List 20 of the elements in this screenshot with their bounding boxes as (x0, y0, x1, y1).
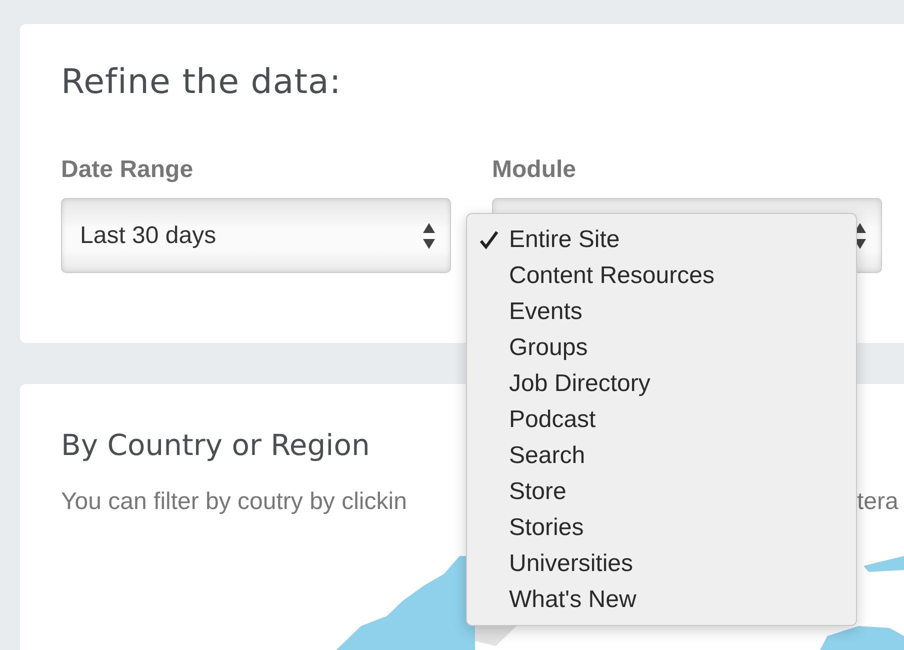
field-label: Date Range (61, 156, 194, 184)
menu-item[interactable]: Groups (467, 330, 856, 366)
menu-item[interactable]: Content Resources (467, 258, 856, 294)
menu-item[interactable]: Store (467, 474, 856, 510)
menu-item[interactable]: Podcast (467, 402, 856, 438)
updown-arrows-icon (854, 222, 866, 248)
description-text: You can filter by coutry by clickin (61, 488, 407, 515)
card-title: By Country or Region (61, 428, 370, 462)
menu-item[interactable]: Entire Site (467, 222, 856, 258)
menu-item[interactable]: Search (467, 438, 856, 474)
menu-item[interactable]: Universities (467, 546, 856, 582)
field-label: Module (492, 156, 577, 184)
card-title: Refine the data: (61, 62, 342, 102)
select-field[interactable]: Last 30 days (61, 198, 451, 273)
updown-arrows-icon (423, 222, 435, 248)
description-text: tera (857, 488, 898, 516)
menu-item[interactable]: Events (467, 294, 856, 330)
menu-item[interactable]: Stories (467, 510, 856, 546)
menu-item[interactable]: What's New (467, 582, 856, 618)
menu-item[interactable]: Job Directory (467, 366, 856, 402)
